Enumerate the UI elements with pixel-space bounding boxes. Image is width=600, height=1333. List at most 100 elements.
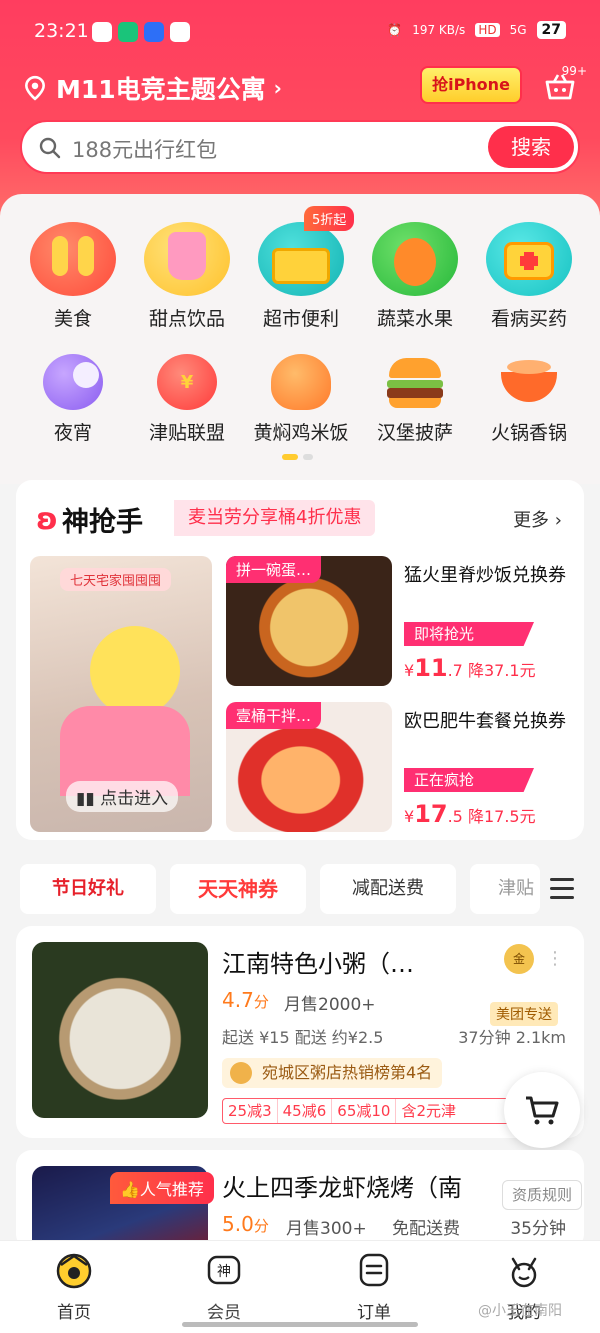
search-button[interactable]: 搜索	[488, 126, 574, 168]
shop-eta: 35分钟	[510, 1219, 566, 1239]
location-selector[interactable]: M11电竞主题公寓 ›	[22, 70, 282, 106]
coupon-list: 25减3 45减6 65减10 含2元津	[222, 1098, 518, 1124]
category-label: 黄焖鸡米饭	[253, 422, 349, 444]
status-bar: 23:21 ⏰ 197 KB/s HD 5G 27	[0, 18, 600, 48]
lightning-icon: ʚ	[36, 502, 58, 537]
flash-deals-section: ʚ 神抢手 麦当劳分享桶4折优惠 更多 › 七天宅家囤囤囤 ▮▮ 点击进入 拼一碗…	[16, 480, 584, 840]
message-button[interactable]: 99+	[543, 64, 587, 104]
shop-image	[32, 942, 208, 1118]
search-input[interactable]: 188元出行红包	[72, 134, 217, 164]
deal-tag: 拼一碗蛋…	[226, 556, 322, 583]
hotpot-icon	[499, 354, 559, 410]
shop-rating: 4.7分	[222, 988, 269, 1012]
page-dot-active	[282, 454, 298, 460]
category-dessert[interactable]: 甜点饮品	[130, 222, 244, 331]
svg-text:神: 神	[217, 1264, 231, 1280]
video-banner: 七天宅家囤囤囤	[60, 568, 172, 591]
category-hotpot[interactable]: 火锅香锅	[472, 354, 586, 445]
person-image	[90, 626, 180, 716]
coupon: 65减10	[332, 1099, 397, 1123]
status-indicators: ⏰ 197 KB/s HD 5G 27	[387, 21, 566, 39]
flash-deals-slogan[interactable]: 麦当劳分享桶4折优惠	[174, 500, 376, 536]
deal-name: 猛火里脊炒饭兑换券	[404, 565, 566, 586]
filter-chip[interactable]: 天天神券	[170, 864, 306, 914]
menu-icon[interactable]	[550, 878, 574, 900]
more-link[interactable]: 更多 ›	[513, 506, 562, 532]
category-label: 美食	[53, 308, 92, 330]
deal-item[interactable]: 拼一碗蛋… 猛火里脊炒饭兑换券 即将抢光 ¥11.7 降37.1元	[226, 556, 576, 686]
location-name: M11电竞主题公寓	[56, 75, 266, 104]
home-indicator[interactable]	[182, 1322, 418, 1327]
live-video-card[interactable]: 七天宅家囤囤囤 ▮▮ 点击进入	[30, 556, 212, 832]
cart-icon	[526, 1096, 559, 1125]
category-allowance[interactable]: ¥ 津贴联盟	[130, 354, 244, 445]
enter-button[interactable]: ▮▮ 点击进入	[66, 781, 179, 812]
shop-fee: 起送 ¥15 配送 约¥2.5	[222, 1028, 384, 1047]
chevron-right-icon: ›	[273, 76, 282, 100]
tab-home[interactable]: 首页	[14, 1251, 134, 1323]
food-icon	[30, 222, 116, 296]
category-vegetable[interactable]: 蔬菜水果	[358, 222, 472, 331]
filter-chip[interactable]: 津贴	[470, 864, 540, 914]
more-options-icon[interactable]: ⋮	[546, 948, 564, 969]
search-bar[interactable]: 188元出行红包 搜索	[20, 120, 580, 174]
tab-order[interactable]: 订单	[314, 1251, 434, 1323]
app-notification-icon	[144, 22, 164, 42]
dessert-icon	[144, 222, 230, 296]
deal-item[interactable]: 壹桶干拌… 欧巴肥牛套餐兑换券 正在疯抢 ¥17.5 降17.5元	[226, 702, 576, 832]
qualification-button[interactable]: 资质规则	[502, 1180, 582, 1210]
status-time: 23:21	[34, 20, 89, 42]
coupon: 45减6	[278, 1099, 333, 1123]
page-dot	[303, 454, 313, 460]
category-label: 蔬菜水果	[376, 308, 453, 330]
coupon: 含2元津	[401, 1102, 457, 1120]
shop-sales: 月售2000+	[284, 995, 376, 1015]
search-icon	[39, 137, 61, 159]
deal-status: 即将抢光	[404, 622, 534, 646]
tab-label: 首页	[57, 1303, 91, 1323]
app-notification-icon	[118, 22, 138, 42]
shop-card[interactable]: 火上四季龙虾烧烤（南 5.0分 月售300+ 免配送费 35分钟	[16, 1150, 584, 1256]
shop-eta: 37分钟 2.1km	[458, 1028, 566, 1047]
home-icon	[56, 1253, 92, 1289]
category-night-snack[interactable]: 夜宵	[16, 354, 130, 445]
signal-icon: 5G	[509, 23, 527, 37]
category-burger[interactable]: 汉堡披萨	[358, 354, 472, 445]
gold-medal-icon: 金	[504, 944, 534, 974]
shop-title: 火上四季龙虾烧烤（南	[222, 1174, 462, 1202]
filter-chip[interactable]: 减配送费	[320, 864, 456, 914]
deal-price: ¥11.7 降37.1元	[404, 654, 536, 682]
category-medicine[interactable]: 看病买药	[472, 222, 586, 331]
iphone-promo-button[interactable]: 抢iPhone	[420, 66, 522, 104]
discount-badge: 5折起	[304, 206, 355, 231]
deal-name: 欧巴肥牛套餐兑换券	[404, 711, 566, 732]
chicken-rice-icon	[271, 354, 331, 410]
shop-rating: 5.0分	[222, 1212, 269, 1236]
app-notification-icon	[170, 22, 190, 42]
category-label: 看病买药	[490, 308, 567, 330]
deal-tag: 壹桶干拌…	[226, 702, 322, 729]
burger-icon	[385, 354, 445, 410]
thumbs-up-icon: 👍	[120, 1180, 140, 1199]
money-bag-icon: ¥	[157, 354, 217, 410]
tab-vip[interactable]: 神 会员	[164, 1251, 284, 1323]
coupon: 25减3	[223, 1099, 278, 1123]
filter-chip[interactable]: 节日好礼	[20, 864, 156, 914]
popular-tag: 👍人气推荐	[110, 1172, 214, 1204]
category-supermarket[interactable]: 超市便利	[244, 222, 358, 331]
shop-sales: 月售300+	[286, 1219, 367, 1239]
floating-cart-button[interactable]	[504, 1072, 580, 1148]
category-label: 超市便利	[262, 308, 339, 330]
delivery-badge: 美团专送	[490, 1002, 558, 1026]
page-indicator	[282, 454, 313, 460]
alarm-icon: ⏰	[387, 23, 403, 37]
category-label: 津贴联盟	[148, 422, 225, 444]
category-food[interactable]: 美食	[16, 222, 130, 331]
vegetable-icon	[372, 222, 458, 296]
watermark: @小王在南阳	[478, 1303, 562, 1319]
shop-card[interactable]: 江南特色小粥（… 金 ⋮ 4.7分 月售2000+ 美团专送 起送 ¥15 配送…	[16, 926, 584, 1138]
category-chicken-rice[interactable]: 黄焖鸡米饭	[244, 354, 358, 445]
category-label: 甜点饮品	[148, 308, 225, 330]
profile-icon	[511, 1257, 537, 1288]
category-label: 火锅香锅	[490, 422, 567, 444]
